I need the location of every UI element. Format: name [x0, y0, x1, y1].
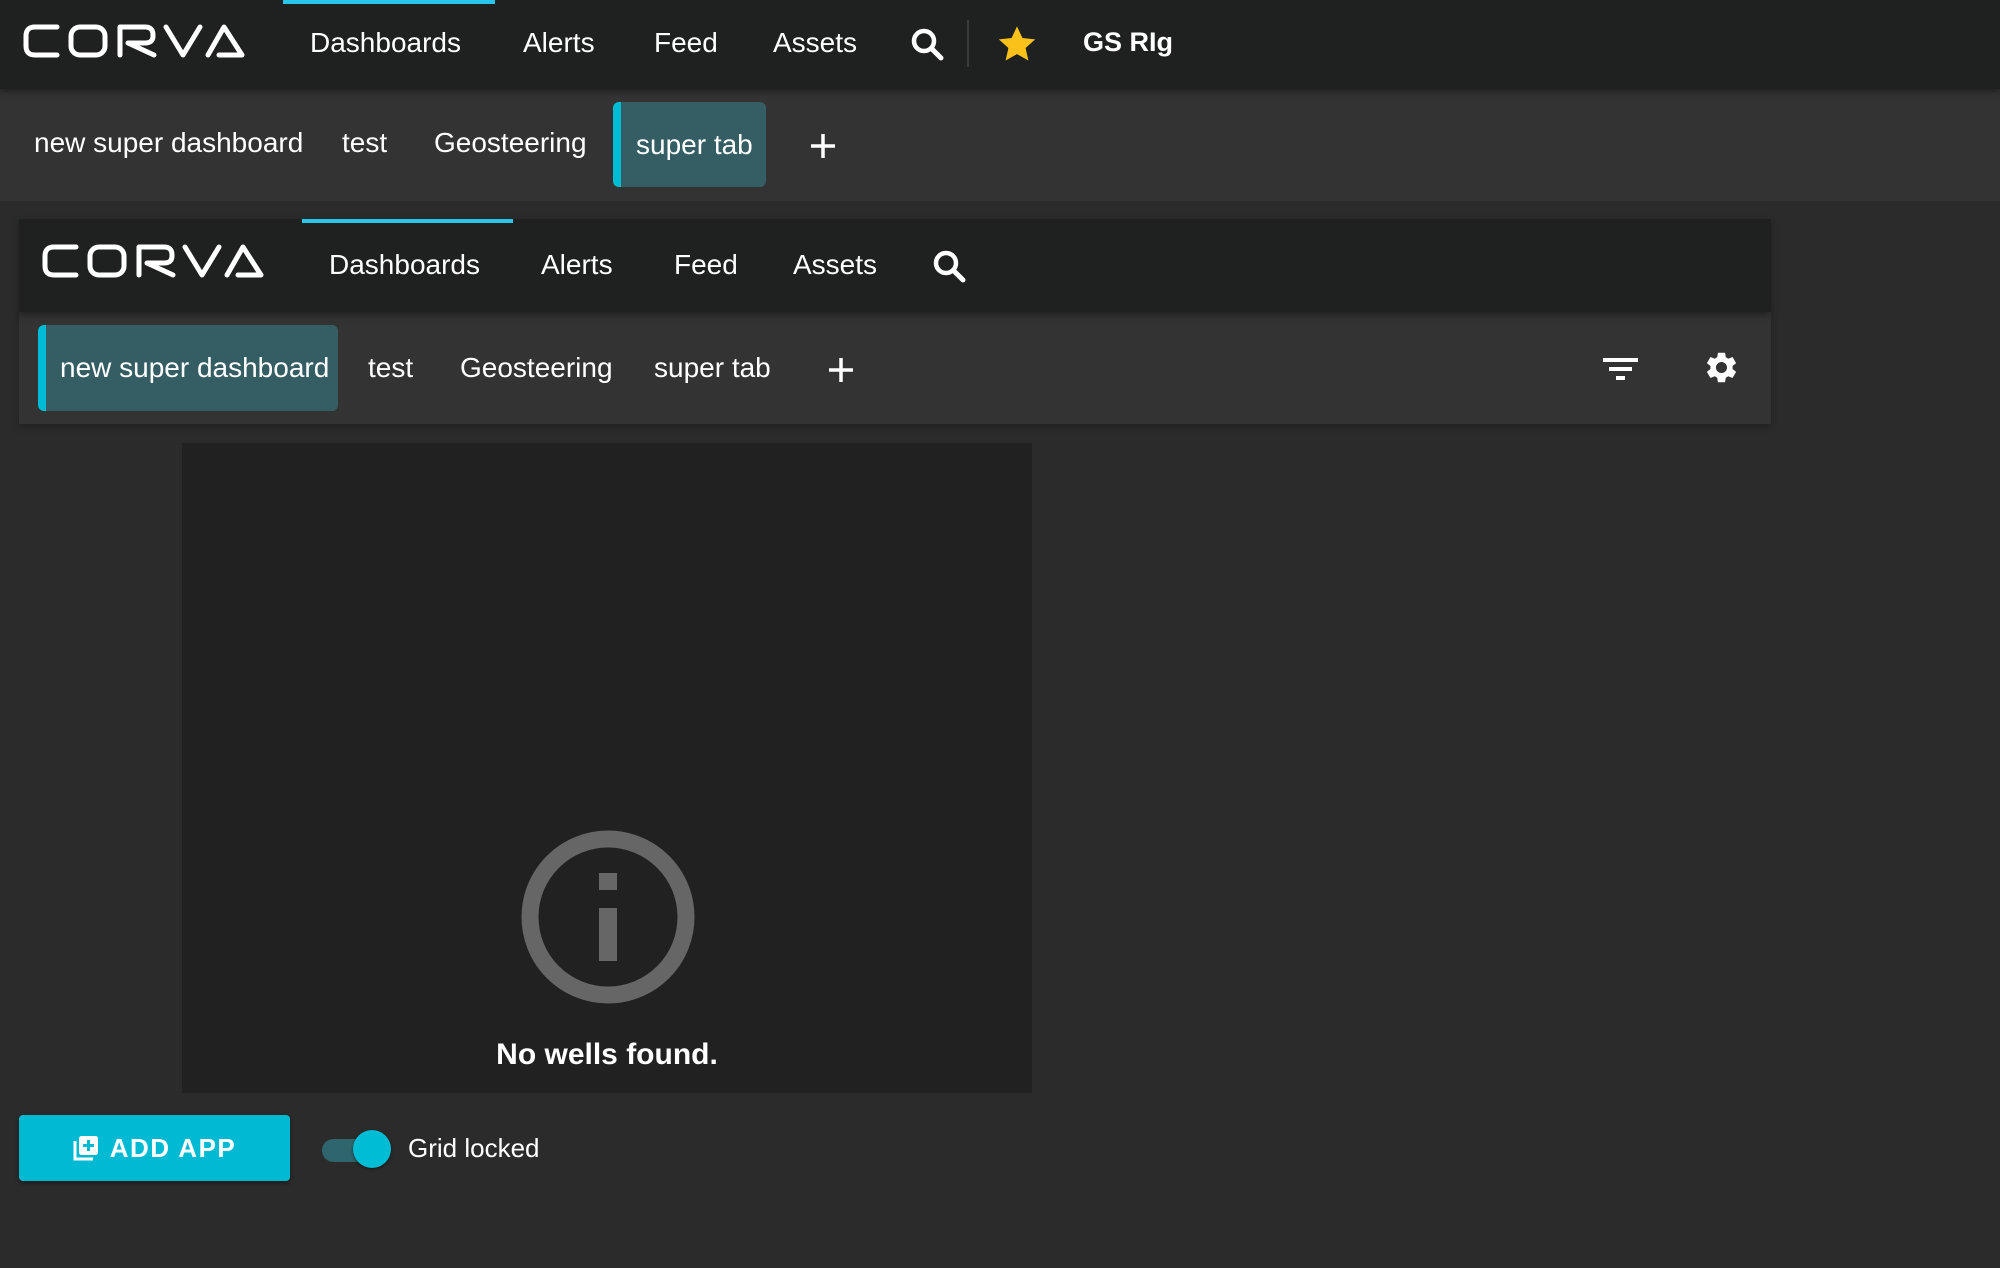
nav-alerts[interactable]: Alerts	[523, 27, 595, 59]
nav-assets[interactable]: Assets	[773, 27, 857, 59]
corva-logo[interactable]	[42, 244, 264, 278]
top-nav: Dashboards Alerts Feed Assets GS RIg	[0, 0, 2000, 89]
grid-locked-label: Grid locked	[408, 1133, 540, 1163]
info-icon	[521, 830, 695, 1004]
corva-logo[interactable]	[23, 24, 245, 58]
tab-new-super-dashboard[interactable]: new super dashboard	[38, 325, 338, 411]
library-add-icon	[73, 1135, 99, 1161]
add-app-label: ADD APP	[109, 1132, 237, 1163]
tab-geosteering[interactable]: Geosteering	[434, 127, 587, 159]
grid-locked-toggle[interactable]	[322, 1130, 392, 1168]
tab-label: super tab	[636, 128, 753, 160]
gear-icon[interactable]	[1703, 349, 1740, 386]
rig-name[interactable]: GS RIg	[1083, 27, 1173, 58]
empty-state-message: No wells found.	[496, 1038, 718, 1071]
search-icon[interactable]	[910, 27, 946, 63]
toggle-knob	[353, 1130, 391, 1168]
tab-geosteering[interactable]: Geosteering	[460, 352, 613, 384]
dashboard-tabs: new super dashboard test Geosteering sup…	[0, 89, 2000, 201]
filter-icon[interactable]	[1603, 358, 1639, 382]
tab-test[interactable]: test	[368, 352, 413, 384]
app-panel	[182, 443, 1032, 1093]
nav-alerts[interactable]: Alerts	[541, 249, 613, 281]
nav-feed[interactable]: Feed	[674, 249, 738, 281]
nav-dashboards[interactable]: Dashboards	[329, 249, 480, 281]
nav-feed[interactable]: Feed	[654, 27, 718, 59]
active-nav-indicator	[283, 0, 495, 4]
tab-test[interactable]: test	[342, 127, 387, 159]
add-tab-plus-icon[interactable]	[827, 356, 855, 384]
embedded-dashboard-tabs: new super dashboard test Geosteering sup…	[19, 312, 1771, 424]
tab-new-super-dashboard[interactable]: new super dashboard	[34, 127, 303, 159]
nav-dashboards[interactable]: Dashboards	[310, 27, 461, 59]
nav-divider	[967, 20, 969, 67]
add-app-button[interactable]: ADD APP	[19, 1115, 290, 1181]
star-icon[interactable]	[997, 25, 1037, 63]
tab-super-tab[interactable]: super tab	[613, 102, 766, 187]
tab-label: new super dashboard	[60, 352, 330, 383]
embedded-top-nav: Dashboards Alerts Feed Assets	[19, 219, 1771, 312]
search-icon[interactable]	[932, 249, 968, 285]
tab-super-tab[interactable]: super tab	[654, 352, 771, 384]
nav-assets[interactable]: Assets	[793, 249, 877, 281]
active-nav-indicator	[302, 219, 513, 223]
add-tab-plus-icon[interactable]	[809, 132, 837, 160]
